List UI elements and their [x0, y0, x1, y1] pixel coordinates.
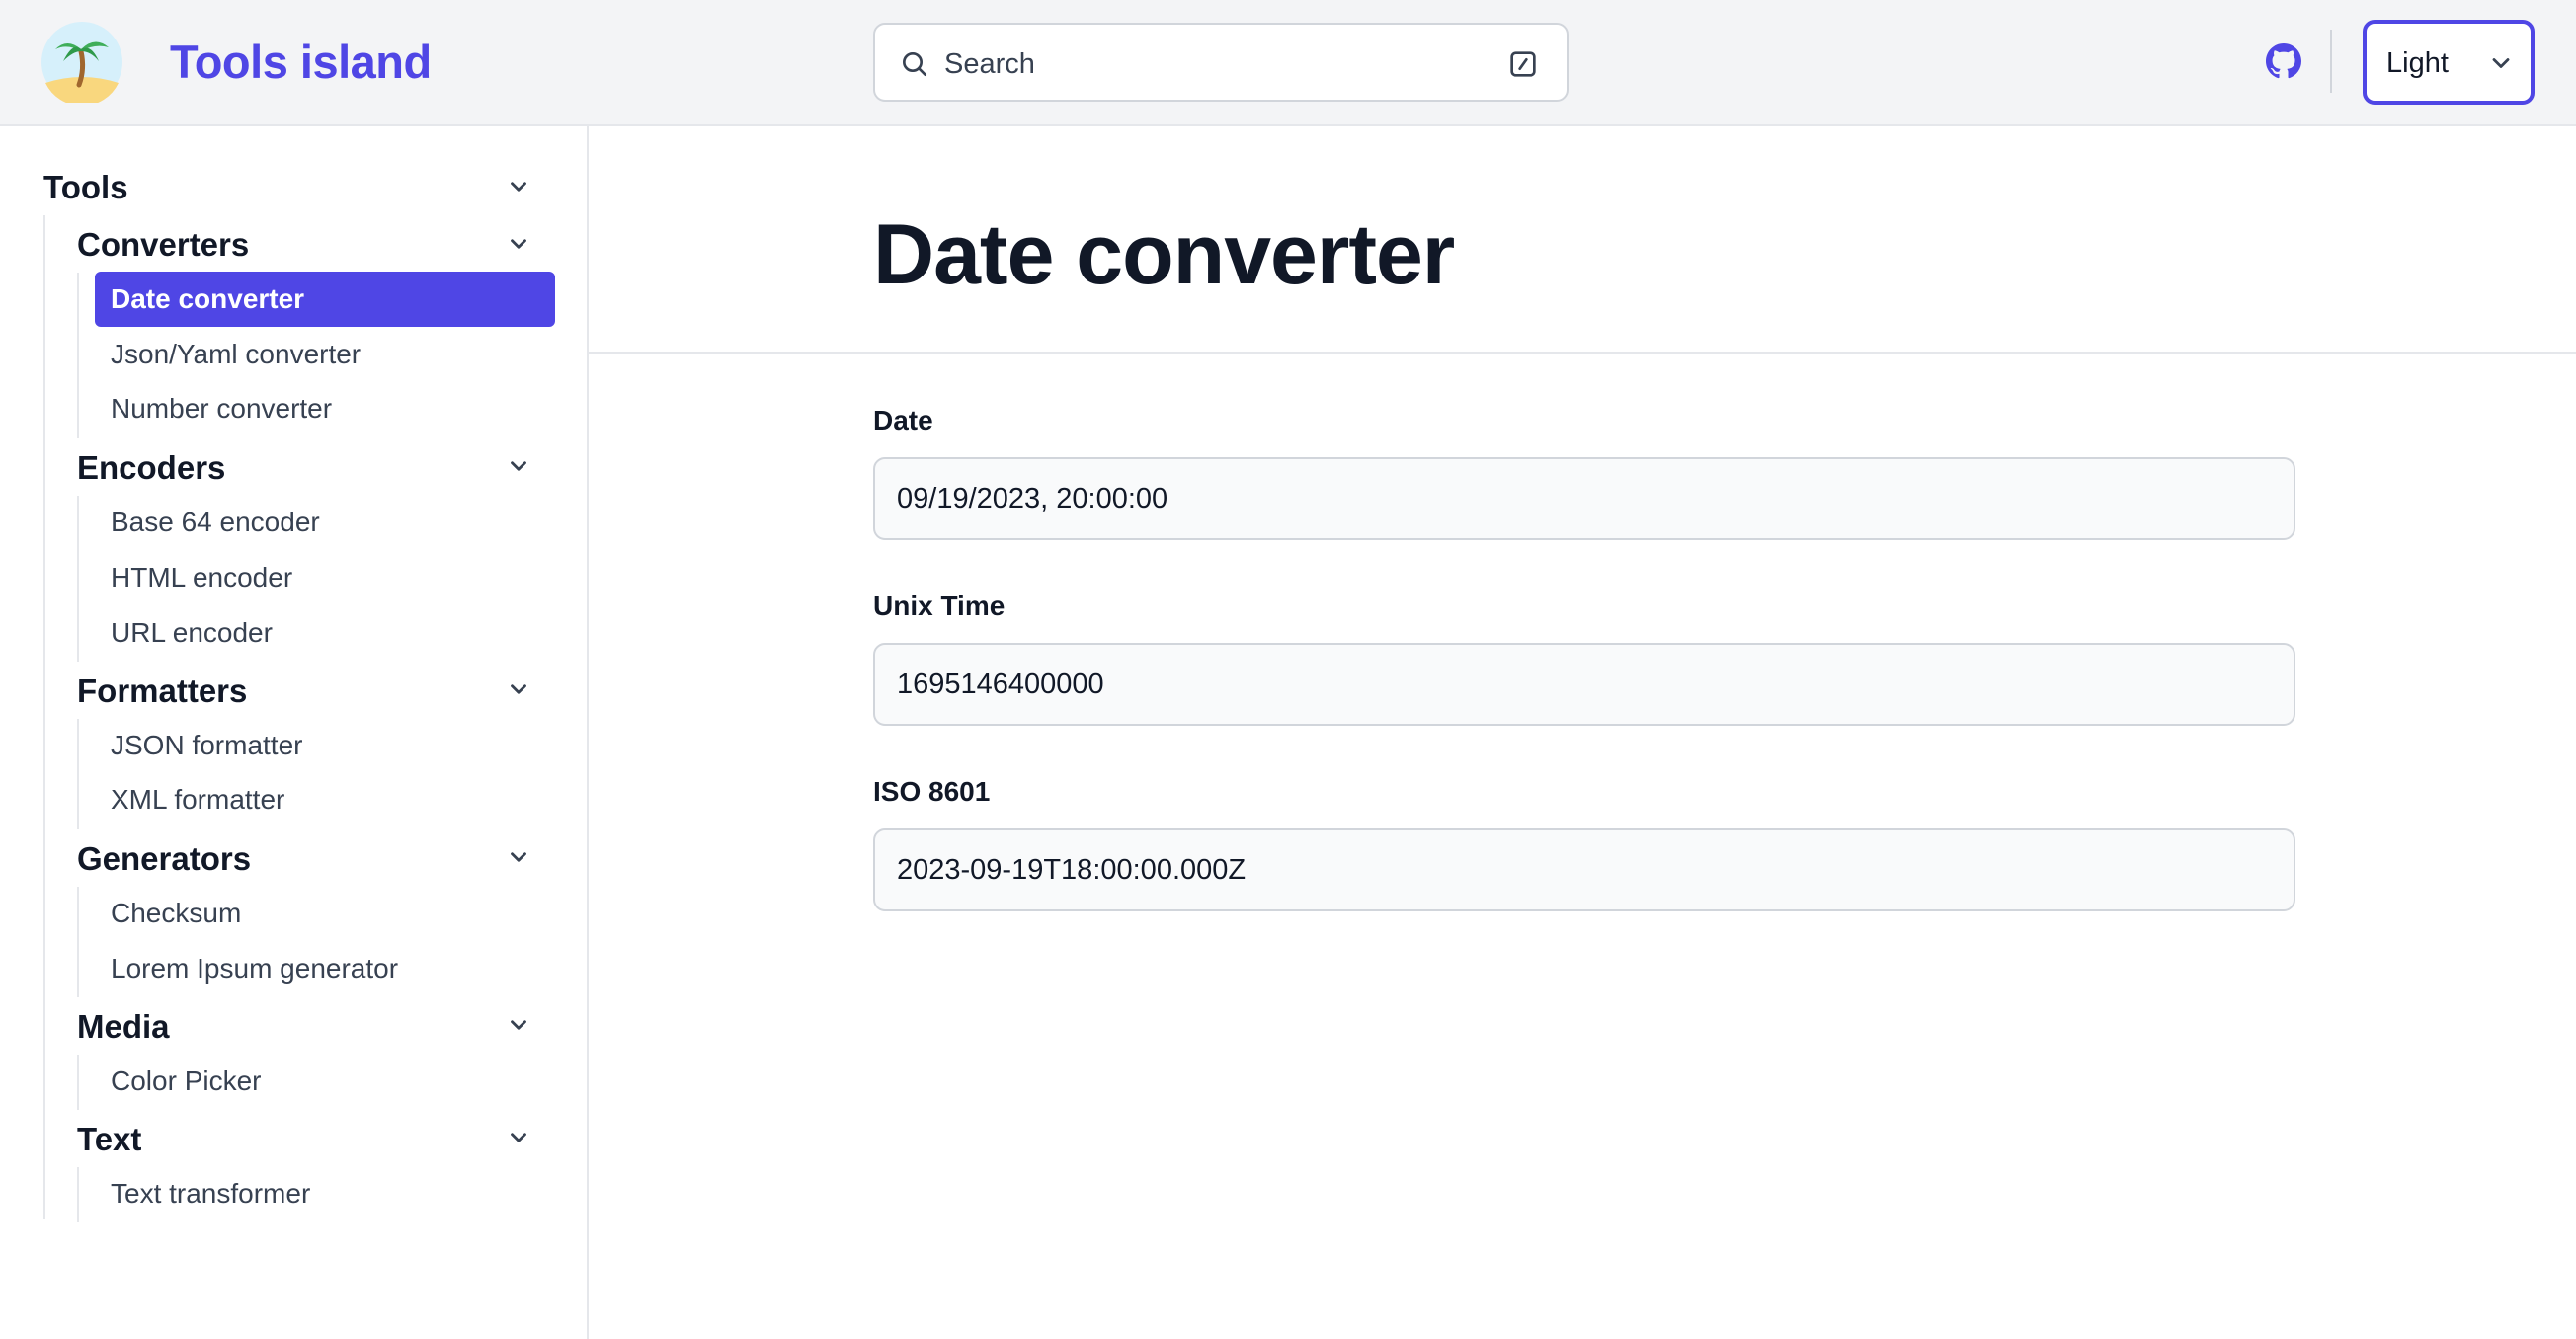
search-placeholder: Search: [944, 48, 1035, 80]
sidebar-group-generators[interactable]: Generators: [77, 837, 251, 881]
chevron-down-icon[interactable]: [506, 844, 531, 870]
chevron-down-icon[interactable]: [506, 231, 531, 257]
unix-time-input[interactable]: 1695146400000: [873, 643, 2295, 726]
brand-title[interactable]: Tools island: [170, 32, 432, 93]
date-input[interactable]: 09/19/2023, 20:00:00: [873, 457, 2295, 540]
sidebar-nav: Tools Converters Date converter Json/Yam…: [0, 126, 589, 1339]
group-tree-line: [77, 719, 79, 829]
chevron-down-icon[interactable]: [506, 174, 531, 199]
header-divider: [2330, 30, 2332, 93]
chevron-down-icon: [2492, 58, 2510, 68]
group-tree-line: [77, 273, 79, 438]
title-divider: [589, 352, 2576, 354]
sidebar-root-title[interactable]: Tools: [43, 166, 128, 209]
page-title: Date converter: [873, 207, 1455, 302]
group-tree-line: [77, 887, 79, 997]
group-tree-line: [77, 496, 79, 662]
sidebar-item-base64-encoder[interactable]: Base 64 encoder: [95, 495, 555, 550]
sidebar-group-converters[interactable]: Converters: [77, 223, 249, 267]
group-tree-line: [77, 1167, 79, 1222]
sidebar-item-color-picker[interactable]: Color Picker: [95, 1054, 555, 1109]
sidebar-item-html-encoder[interactable]: HTML encoder: [95, 550, 555, 605]
chevron-down-icon[interactable]: [506, 1125, 531, 1150]
search-box[interactable]: Search: [873, 23, 1569, 102]
sidebar-item-text-transformer[interactable]: Text transformer: [95, 1166, 555, 1221]
unix-time-label: Unix Time: [873, 591, 1006, 621]
iso-8601-label: ISO 8601: [873, 776, 991, 807]
sidebar-item-json-yaml-converter[interactable]: Json/Yaml converter: [95, 327, 555, 382]
github-icon[interactable]: [2266, 43, 2301, 79]
chevron-down-icon[interactable]: [506, 453, 531, 479]
sidebar-group-encoders[interactable]: Encoders: [77, 446, 225, 490]
main-content: Date converter Date 09/19/2023, 20:00:00…: [589, 126, 2576, 1339]
sidebar-item-checksum[interactable]: Checksum: [95, 886, 555, 941]
keyboard-shortcut-slash-icon: [1510, 51, 1536, 77]
sidebar-item-lorem-ipsum-generator[interactable]: Lorem Ipsum generator: [95, 941, 555, 996]
sidebar-group-media[interactable]: Media: [77, 1005, 170, 1049]
sidebar-tree-line: [43, 215, 45, 1219]
chevron-down-icon[interactable]: [506, 1012, 531, 1038]
sidebar-group-text[interactable]: Text: [77, 1118, 141, 1161]
theme-select[interactable]: Light: [2363, 20, 2535, 105]
iso-8601-input[interactable]: 2023-09-19T18:00:00.000Z: [873, 828, 2295, 911]
sidebar-group-formatters[interactable]: Formatters: [77, 670, 247, 713]
sidebar-item-number-converter[interactable]: Number converter: [95, 381, 555, 436]
palm-island-icon[interactable]: [41, 22, 122, 103]
sidebar-item-json-formatter[interactable]: JSON formatter: [95, 718, 555, 773]
group-tree-line: [77, 1055, 79, 1110]
search-icon: [903, 52, 926, 76]
sidebar-item-date-converter[interactable]: Date converter: [95, 272, 555, 327]
sidebar-item-xml-formatter[interactable]: XML formatter: [95, 772, 555, 827]
theme-select-value: Light: [2386, 47, 2449, 79]
top-header: Tools island Search Light: [0, 0, 2576, 126]
date-label: Date: [873, 405, 933, 435]
chevron-down-icon[interactable]: [506, 676, 531, 702]
sidebar-item-url-encoder[interactable]: URL encoder: [95, 605, 555, 661]
